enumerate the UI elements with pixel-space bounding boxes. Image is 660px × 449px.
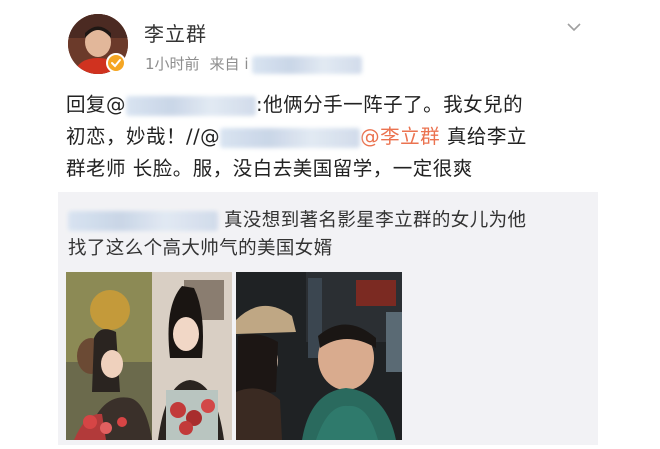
repost-line-1: 真没想到著名影星李立群的女儿为他 xyxy=(68,207,588,235)
content-line-1: 回复@ :他俩分手一阵子了。我女兒的 xyxy=(66,89,646,121)
repost-line-2: 找了这么个高大帅气的美国女婿 xyxy=(68,238,333,259)
content-line-3: 群老师 长脸。服，没白去美国留学，一定很爽 xyxy=(66,157,473,180)
repost-line-1-text: 真没想到著名影星李立群的女儿为他 xyxy=(224,210,527,231)
author-name[interactable]: 李立群 xyxy=(144,18,207,47)
photo-family xyxy=(236,272,402,440)
mention-author[interactable]: @李立群 xyxy=(360,125,440,148)
chevron-down-icon[interactable] xyxy=(565,18,583,36)
redacted-source xyxy=(252,55,363,74)
line2-start: 初恋，妙哉！//@ xyxy=(66,125,221,148)
redacted-mention xyxy=(126,95,257,116)
photo-couple xyxy=(66,272,232,440)
redacted-repost-user xyxy=(68,211,218,231)
reply-prefix: 回复@ xyxy=(66,93,127,116)
post-time: 1小时前 xyxy=(145,55,200,73)
post-source[interactable]: 来自 i xyxy=(210,55,249,73)
post-meta: 1小时前 来自 i xyxy=(145,53,372,74)
redacted-mention-2 xyxy=(220,127,361,148)
repost-photo-1[interactable] xyxy=(66,272,232,440)
verified-badge-icon xyxy=(106,53,126,73)
line2-end: 真给李立 xyxy=(440,125,527,148)
repost-text: 真没想到著名影星李立群的女儿为他 找了这么个高大帅气的美国女婿 xyxy=(68,207,588,263)
post-content: 回复@ :他俩分手一阵子了。我女兒的 初恋，妙哉！//@ @李立群 真给李立 群老师… xyxy=(66,89,646,185)
weibo-post: 李立群 1小时前 来自 i 回复@ :他俩分手一阵子了。我女兒的 初恋，妙哉！//@… xyxy=(0,0,660,449)
repost-photo-2[interactable] xyxy=(236,272,402,440)
content-line-2: 初恋，妙哉！//@ @李立群 真给李立 xyxy=(66,121,646,153)
reply-text: :他俩分手一阵子了。我女兒的 xyxy=(256,93,524,116)
